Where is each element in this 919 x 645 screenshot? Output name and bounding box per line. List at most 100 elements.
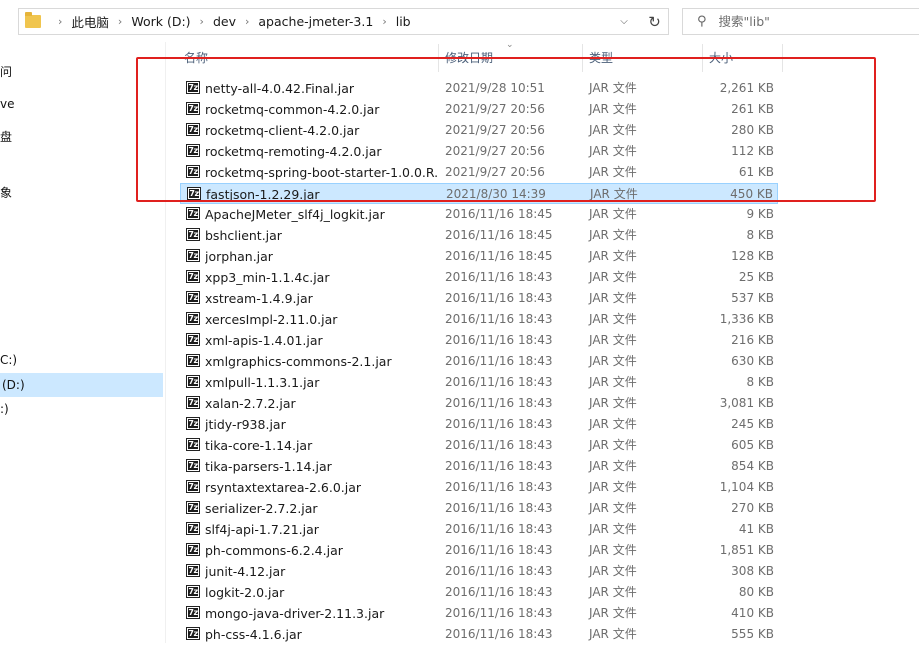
file-row[interactable]: 7z rocketmq-spring-boot-starter-1.0.0.R..… bbox=[180, 162, 778, 183]
file-row[interactable]: 7z xpp3_min-1.1.4c.jar 2016/11/16 18:43 JAR… bbox=[180, 267, 778, 288]
breadcrumb: › 此电脑 › Work (D:) › dev › apache-jmeter-… bbox=[49, 12, 411, 31]
file-type: JAR 文件 bbox=[589, 270, 637, 284]
archive-file-icon: 7z bbox=[186, 459, 200, 472]
file-type: JAR 文件 bbox=[590, 187, 638, 201]
file-size: 537 KB bbox=[731, 291, 774, 305]
file-row[interactable]: 7z mongo-java-driver-2.11.3.jar 2016/11/16… bbox=[180, 603, 778, 624]
archive-file-icon-label: 7z bbox=[188, 104, 198, 113]
nav-item-drive-c[interactable]: C:) bbox=[0, 350, 17, 370]
archive-file-icon: 7z bbox=[186, 123, 200, 136]
column-divider[interactable] bbox=[582, 44, 583, 72]
file-date: 2016/11/16 18:43 bbox=[445, 354, 553, 368]
breadcrumb-this-pc[interactable]: 此电脑 bbox=[71, 12, 109, 31]
file-date: 2016/11/16 18:43 bbox=[445, 291, 553, 305]
archive-file-icon-label: 7z bbox=[188, 545, 198, 554]
file-name: rsyntaxtextarea-2.6.0.jar bbox=[205, 480, 362, 495]
file-row[interactable]: 7z slf4j-api-1.7.21.jar 2016/11/16 18:43 JA… bbox=[180, 519, 778, 540]
column-divider[interactable] bbox=[702, 44, 703, 72]
archive-file-icon-label: 7z bbox=[188, 398, 198, 407]
file-row[interactable]: 7z xalan-2.7.2.jar 2016/11/16 18:43 JAR 文件 3… bbox=[180, 393, 778, 414]
breadcrumb-separator-icon[interactable]: › bbox=[118, 15, 122, 28]
address-bar[interactable]: › 此电脑 › Work (D:) › dev › apache-jmeter-… bbox=[18, 8, 669, 35]
file-row[interactable]: 7z xercesImpl-2.11.0.jar 2016/11/16 18:43 J… bbox=[180, 309, 778, 330]
file-name: netty-all-4.0.42.Final.jar bbox=[205, 81, 355, 96]
refresh-icon[interactable]: ↻ bbox=[641, 8, 669, 35]
archive-file-icon-label: 7z bbox=[188, 377, 198, 386]
archive-file-icon-label: 7z bbox=[188, 566, 198, 575]
file-name: logkit-2.0.jar bbox=[205, 585, 285, 600]
archive-file-icon: 7z bbox=[186, 333, 200, 346]
archive-file-icon: 7z bbox=[186, 102, 200, 115]
pane-divider[interactable] bbox=[165, 42, 166, 643]
file-row[interactable]: 7z fastjson-1.2.29.jar 2021/8/30 14:39 JAR … bbox=[180, 183, 778, 204]
file-type: JAR 文件 bbox=[589, 606, 637, 620]
file-row[interactable]: 7z tika-parsers-1.14.jar 2016/11/16 18:43 J… bbox=[180, 456, 778, 477]
file-row[interactable]: 7z bshclient.jar 2016/11/16 18:45 JAR 文件 8 K… bbox=[180, 225, 778, 246]
file-size: 9 KB bbox=[746, 207, 774, 221]
file-row[interactable]: 7z xml-apis-1.4.01.jar 2016/11/16 18:43 JAR… bbox=[180, 330, 778, 351]
file-row[interactable]: 7z junit-4.12.jar 2016/11/16 18:43 JAR 文件 30… bbox=[180, 561, 778, 582]
search-input[interactable] bbox=[716, 13, 901, 30]
chevron-down-icon[interactable]: ⌵ bbox=[612, 9, 636, 34]
column-header-size[interactable]: 大小 bbox=[709, 44, 733, 72]
archive-file-icon: 7z bbox=[186, 81, 200, 94]
file-name: ApacheJMeter_slf4j_logkit.jar bbox=[205, 207, 385, 222]
archive-file-icon-label: 7z bbox=[188, 167, 198, 176]
archive-file-icon: 7z bbox=[186, 291, 200, 304]
file-size: 854 KB bbox=[731, 459, 774, 473]
file-row[interactable]: 7z jtidy-r938.jar 2016/11/16 18:43 JAR 文件 24… bbox=[180, 414, 778, 435]
file-name: xmlpull-1.1.3.1.jar bbox=[205, 375, 320, 390]
file-size: 128 KB bbox=[731, 249, 774, 263]
file-row[interactable]: 7z rocketmq-remoting-4.2.0.jar 2021/9/27 2… bbox=[180, 141, 778, 162]
file-name: xercesImpl-2.11.0.jar bbox=[205, 312, 338, 327]
nav-item-4[interactable]: 象 bbox=[0, 183, 12, 203]
file-row[interactable]: 7z tika-core-1.14.jar 2016/11/16 18:43 JAR … bbox=[180, 435, 778, 456]
file-row[interactable]: 7z logkit-2.0.jar 2016/11/16 18:43 JAR 文件 80… bbox=[180, 582, 778, 603]
file-date: 2021/8/30 14:39 bbox=[446, 187, 546, 201]
breadcrumb-jmeter[interactable]: apache-jmeter-3.1 bbox=[258, 14, 373, 29]
file-row[interactable]: 7z ph-css-4.1.6.jar 2016/11/16 18:43 JAR 文件… bbox=[180, 624, 778, 645]
file-row[interactable]: 7z jorphan.jar 2016/11/16 18:45 JAR 文件 128 K… bbox=[180, 246, 778, 267]
archive-file-icon-label: 7z bbox=[188, 230, 198, 239]
file-name: jtidy-r938.jar bbox=[205, 417, 286, 432]
breadcrumb-separator-icon[interactable]: › bbox=[200, 15, 204, 28]
nav-item-3[interactable]: 盘 bbox=[0, 127, 12, 147]
file-row[interactable]: 7z rocketmq-client-4.2.0.jar 2021/9/27 20:… bbox=[180, 120, 778, 141]
nav-item-drive-other[interactable]: :) bbox=[0, 399, 9, 419]
archive-file-icon-label: 7z bbox=[188, 503, 198, 512]
breadcrumb-drive[interactable]: Work (D:) bbox=[131, 14, 190, 29]
archive-file-icon: 7z bbox=[187, 187, 201, 200]
column-header-type[interactable]: 类型 bbox=[589, 44, 613, 72]
breadcrumb-separator-icon[interactable]: › bbox=[245, 15, 249, 28]
search-box[interactable]: ⚲ bbox=[682, 8, 919, 35]
file-row[interactable]: 7z serializer-2.7.2.jar 2016/11/16 18:43 JA… bbox=[180, 498, 778, 519]
nav-item-drive-d[interactable]: (D:) bbox=[0, 373, 163, 397]
archive-file-icon: 7z bbox=[186, 354, 200, 367]
nav-item-2[interactable]: ve bbox=[0, 94, 14, 114]
file-row[interactable]: 7z rocketmq-common-4.2.0.jar 2021/9/27 20:… bbox=[180, 99, 778, 120]
file-size: 2,261 KB bbox=[719, 81, 774, 95]
file-date: 2016/11/16 18:43 bbox=[445, 543, 553, 557]
search-icon: ⚲ bbox=[697, 14, 707, 29]
file-date: 2016/11/16 18:43 bbox=[445, 522, 553, 536]
file-row[interactable]: 7z xmlpull-1.1.3.1.jar 2016/11/16 18:43 JAR… bbox=[180, 372, 778, 393]
column-divider[interactable] bbox=[438, 44, 439, 72]
archive-file-icon: 7z bbox=[186, 396, 200, 409]
breadcrumb-lib[interactable]: lib bbox=[396, 14, 411, 29]
column-divider[interactable] bbox=[782, 44, 783, 72]
breadcrumb-separator-icon[interactable]: › bbox=[382, 15, 386, 28]
file-row[interactable]: 7z rsyntaxtextarea-2.6.0.jar 2016/11/16 18… bbox=[180, 477, 778, 498]
file-row[interactable]: 7z netty-all-4.0.42.Final.jar 2021/9/28 10… bbox=[180, 78, 778, 99]
folder-icon bbox=[25, 12, 41, 28]
file-row[interactable]: 7z xmlgraphics-commons-2.1.jar 2016/11/16 … bbox=[180, 351, 778, 372]
file-row[interactable]: 7z ApacheJMeter_slf4j_logkit.jar 2016/11/1… bbox=[180, 204, 778, 225]
archive-file-icon-label: 7z bbox=[188, 524, 198, 533]
nav-item-1[interactable]: 问 bbox=[0, 62, 12, 82]
column-header-date[interactable]: 修改日期 bbox=[445, 44, 493, 72]
breadcrumb-dev[interactable]: dev bbox=[213, 14, 236, 29]
archive-file-icon-label: 7z bbox=[188, 209, 198, 218]
column-header-name[interactable]: 名称 bbox=[184, 44, 208, 72]
file-row[interactable]: 7z ph-commons-6.2.4.jar 2016/11/16 18:43 JA… bbox=[180, 540, 778, 561]
file-date: 2021/9/27 20:56 bbox=[445, 165, 545, 179]
file-row[interactable]: 7z xstream-1.4.9.jar 2016/11/16 18:43 JAR 文… bbox=[180, 288, 778, 309]
